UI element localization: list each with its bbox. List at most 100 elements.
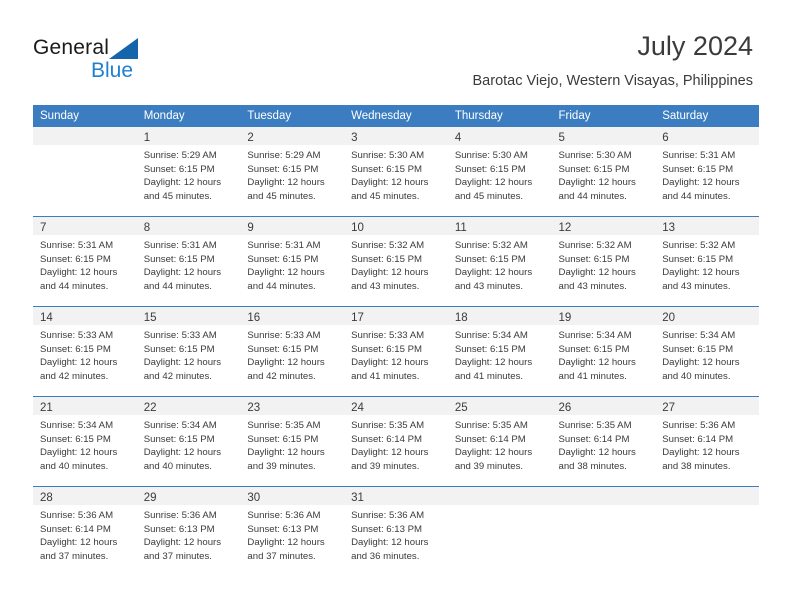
day-cell-inner: 11 Sunrise: 5:32 AM Sunset: 6:15 PM Dayligh… [447,217,552,306]
daylight-text-line1: Daylight: 12 hours [247,267,325,279]
general-blue-logo[interactable]: General Blue [33,36,183,84]
sunset-text: Sunset: 6:14 PM [351,433,423,445]
calendar-day-cell[interactable]: 29 Sunrise: 5:36 AM Sunset: 6:13 PM Dayligh… [136,486,241,576]
day-cell-inner: 16 Sunrise: 5:33 AM Sunset: 6:15 PM Dayligh… [240,307,345,396]
daylight-text-line2: and 44 minutes. [40,280,109,292]
calendar-day-cell[interactable]: 2 Sunrise: 5:29 AM Sunset: 6:15 PM Daylight… [240,127,345,217]
calendar-day-cell[interactable]: 28 Sunrise: 5:36 AM Sunset: 6:14 PM Dayligh… [33,486,137,576]
daylight-text-line1: Daylight: 12 hours [558,357,636,369]
calendar-day-cell[interactable]: 6 Sunrise: 5:31 AM Sunset: 6:15 PM Daylight… [655,127,759,217]
day-cell-inner: 15 Sunrise: 5:33 AM Sunset: 6:15 PM Dayligh… [136,307,241,396]
sunset-text: Sunset: 6:15 PM [247,343,319,355]
daylight-text-line1: Daylight: 12 hours [40,447,118,459]
calendar-day-cell[interactable]: 3 Sunrise: 5:30 AM Sunset: 6:15 PM Daylight… [344,127,448,217]
calendar-day-cell[interactable]: 14 Sunrise: 5:33 AM Sunset: 6:15 PM Dayligh… [33,306,137,397]
calendar-day-cell[interactable]: 26 Sunrise: 5:35 AM Sunset: 6:14 PM Dayligh… [551,396,656,487]
day-details: Sunrise: 5:30 AM Sunset: 6:15 PM Daylight:… [552,145,656,203]
daylight-text-line1: Daylight: 12 hours [247,447,325,459]
daylight-text-line2: and 44 minutes. [143,280,212,292]
sunrise-text: Sunrise: 5:30 AM [558,150,632,161]
calendar-day-cell[interactable]: 8 Sunrise: 5:31 AM Sunset: 6:15 PM Daylight… [136,216,241,307]
sunset-text: Sunset: 6:15 PM [40,253,111,265]
day-details: Sunrise: 5:36 AM Sunset: 6:14 PM Daylight:… [655,415,759,473]
daylight-text-line1: Daylight: 12 hours [143,537,222,549]
day-cell-inner: 2 Sunrise: 5:29 AM Sunset: 6:15 PM Daylight… [240,127,345,216]
calendar-day-cell[interactable]: 18 Sunrise: 5:34 AM Sunset: 6:15 PM Dayligh… [447,306,552,397]
day-number: 19 [558,312,572,324]
calendar-body: 1 Sunrise: 5:29 AM Sunset: 6:15 PM Daylight… [33,127,759,576]
calendar-day-cell[interactable]: 10 Sunrise: 5:32 AM Sunset: 6:15 PM Dayligh… [344,216,448,307]
calendar-day-cell[interactable]: 19 Sunrise: 5:34 AM Sunset: 6:15 PM Dayligh… [551,306,656,397]
calendar-day-cell[interactable]: 12 Sunrise: 5:32 AM Sunset: 6:15 PM Dayligh… [551,216,656,307]
daylight-text-line2: and 36 minutes. [351,550,420,562]
calendar-day-cell[interactable]: 4 Sunrise: 5:30 AM Sunset: 6:15 PM Daylight… [447,127,552,217]
day-number-band [655,487,759,505]
daylight-text-line1: Daylight: 12 hours [662,357,740,369]
logo-triangle-icon [109,38,138,59]
day-cell-inner [33,127,137,216]
daylight-text-line2: and 40 minutes. [40,460,109,472]
day-details: Sunrise: 5:31 AM Sunset: 6:15 PM Daylight:… [655,145,759,203]
day-number: 29 [143,492,157,504]
calendar-day-cell[interactable]: 22 Sunrise: 5:34 AM Sunset: 6:15 PM Dayligh… [136,396,241,487]
day-number-band: 29 [136,487,241,505]
day-number: 17 [351,312,364,324]
sunset-text: Sunset: 6:15 PM [351,163,423,175]
sunset-text: Sunset: 6:15 PM [558,163,630,175]
day-number-band: 4 [447,127,552,145]
day-details: Sunrise: 5:36 AM Sunset: 6:13 PM Daylight:… [344,505,448,563]
daylight-text-line1: Daylight: 12 hours [247,177,325,189]
daylight-text-line1: Daylight: 12 hours [454,357,533,369]
sunset-text: Sunset: 6:15 PM [40,433,111,445]
daylight-text-line1: Daylight: 12 hours [351,267,429,279]
calendar-day-cell[interactable]: 27 Sunrise: 5:36 AM Sunset: 6:14 PM Dayligh… [655,396,759,487]
day-number: 24 [351,402,364,414]
daylight-text-line2: and 45 minutes. [454,190,524,202]
day-number: 21 [40,402,53,414]
day-number-band: 18 [447,307,552,325]
day-number: 7 [40,222,47,234]
day-details: Sunrise: 5:33 AM Sunset: 6:15 PM Daylight:… [344,325,448,383]
calendar-day-cell[interactable]: 13 Sunrise: 5:32 AM Sunset: 6:15 PM Dayligh… [655,216,759,307]
calendar-day-cell[interactable]: 23 Sunrise: 5:35 AM Sunset: 6:15 PM Dayligh… [240,396,345,487]
page-header: General Blue July 2024 Barotac Viejo, We… [0,0,792,100]
calendar-day-cell[interactable]: 21 Sunrise: 5:34 AM Sunset: 6:15 PM Dayligh… [33,396,137,487]
calendar-week-row: 28 Sunrise: 5:36 AM Sunset: 6:14 PM Dayligh… [33,486,759,576]
calendar-day-cell[interactable]: 9 Sunrise: 5:31 AM Sunset: 6:15 PM Daylight… [240,216,345,307]
sunset-text: Sunset: 6:15 PM [247,253,319,265]
sunset-text: Sunset: 6:14 PM [662,433,734,445]
day-number: 22 [143,402,157,414]
daylight-text-line2: and 41 minutes. [558,370,627,382]
calendar-day-cell[interactable]: 30 Sunrise: 5:36 AM Sunset: 6:13 PM Dayligh… [240,486,345,576]
day-details: Sunrise: 5:31 AM Sunset: 6:15 PM Daylight:… [33,235,137,293]
day-number-band: 25 [447,397,552,415]
calendar-week-row: 7 Sunrise: 5:31 AM Sunset: 6:15 PM Daylight… [33,216,759,307]
sunset-text: Sunset: 6:15 PM [247,433,319,445]
sunrise-text: Sunrise: 5:29 AM [247,150,321,161]
calendar-day-cell[interactable]: 16 Sunrise: 5:33 AM Sunset: 6:15 PM Dayligh… [240,306,345,397]
day-number-band: 21 [33,397,137,415]
daylight-text-line1: Daylight: 12 hours [454,447,533,459]
calendar-day-cell[interactable]: 1 Sunrise: 5:29 AM Sunset: 6:15 PM Daylight… [136,127,241,217]
calendar-day-cell[interactable]: 11 Sunrise: 5:32 AM Sunset: 6:15 PM Dayligh… [447,216,552,307]
daylight-text-line2: and 39 minutes. [454,460,524,472]
daylight-text-line2: and 44 minutes. [558,190,627,202]
daylight-text-line1: Daylight: 12 hours [351,357,429,369]
calendar-day-cell[interactable]: 5 Sunrise: 5:30 AM Sunset: 6:15 PM Daylight… [551,127,656,217]
sunrise-text: Sunrise: 5:36 AM [351,510,425,521]
day-number: 12 [558,222,572,234]
day-details: Sunrise: 5:34 AM Sunset: 6:15 PM Daylight:… [655,325,759,383]
calendar-day-cell[interactable]: 17 Sunrise: 5:33 AM Sunset: 6:15 PM Dayligh… [344,306,448,397]
day-cell-inner [447,487,552,576]
calendar-day-cell[interactable]: 24 Sunrise: 5:35 AM Sunset: 6:14 PM Dayligh… [344,396,448,487]
day-details: Sunrise: 5:36 AM Sunset: 6:14 PM Daylight:… [33,505,137,563]
day-number-band: 10 [344,217,448,235]
daylight-text-line1: Daylight: 12 hours [558,267,636,279]
day-details: Sunrise: 5:35 AM Sunset: 6:14 PM Daylight:… [344,415,448,473]
calendar-day-cell[interactable]: 31 Sunrise: 5:36 AM Sunset: 6:13 PM Dayligh… [344,486,448,576]
day-cell-inner: 21 Sunrise: 5:34 AM Sunset: 6:15 PM Dayligh… [33,397,137,486]
calendar-day-cell[interactable]: 15 Sunrise: 5:33 AM Sunset: 6:15 PM Dayligh… [136,306,241,397]
calendar-day-cell[interactable]: 7 Sunrise: 5:31 AM Sunset: 6:15 PM Daylight… [33,216,137,307]
calendar-day-cell[interactable]: 20 Sunrise: 5:34 AM Sunset: 6:15 PM Dayligh… [655,306,759,397]
calendar-day-cell[interactable]: 25 Sunrise: 5:35 AM Sunset: 6:14 PM Dayligh… [447,396,552,487]
